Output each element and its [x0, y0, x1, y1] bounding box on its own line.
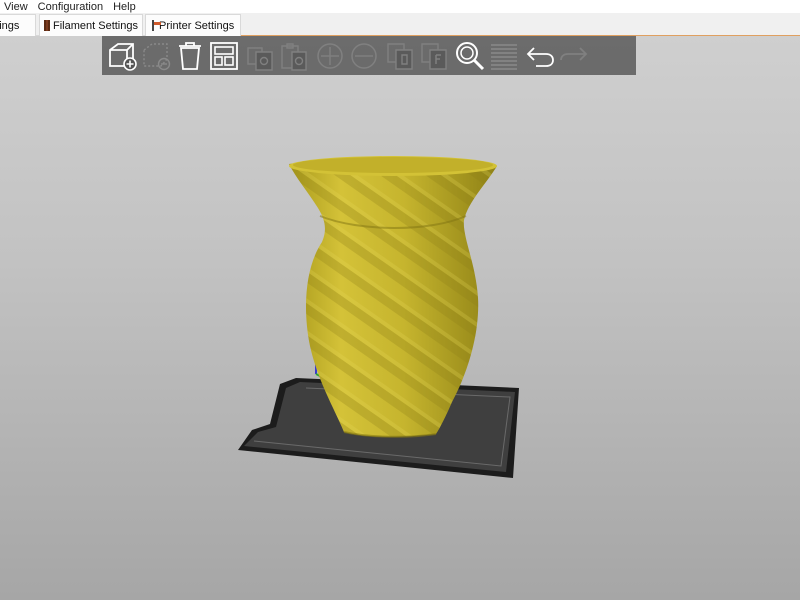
tab-filament-settings-label: Filament Settings [53, 19, 138, 32]
arrange-button[interactable] [207, 39, 240, 72]
scene-canvas[interactable] [0, 36, 800, 600]
split-objects-icon [386, 42, 413, 70]
menu-bar: View Configuration Help [0, 0, 800, 13]
paste-button[interactable] [277, 39, 310, 72]
arrange-icon [209, 41, 238, 70]
tab-printer-settings[interactable]: Printer Settings [145, 14, 241, 36]
trash-icon [178, 41, 201, 70]
printer-icon [152, 20, 161, 31]
copy-button[interactable] [243, 39, 276, 72]
split-objects-button[interactable] [383, 39, 416, 72]
menu-help[interactable]: Help [108, 1, 141, 13]
paste-icon [280, 42, 307, 71]
layers-icon [490, 43, 517, 70]
menu-view[interactable]: View [0, 1, 33, 13]
split-parts-icon [420, 42, 447, 70]
redo-icon [559, 46, 587, 61]
search-button[interactable] [453, 39, 486, 72]
search-icon [455, 41, 484, 70]
redo-button[interactable] [557, 39, 590, 72]
delete-button[interactable] [139, 39, 172, 72]
tab-print-settings[interactable]: ettings [0, 14, 36, 36]
minus-circle-icon [350, 42, 377, 69]
add-instance-button[interactable] [313, 39, 346, 72]
main-toolbar [102, 36, 636, 75]
remove-instance-button[interactable] [347, 39, 380, 72]
tab-printer-settings-label: Printer Settings [159, 19, 235, 32]
undo-button[interactable] [523, 39, 556, 72]
undo-icon [526, 46, 554, 67]
delete-icon [142, 42, 170, 70]
split-parts-button[interactable] [417, 39, 450, 72]
add-cube-icon [108, 42, 137, 71]
menu-configuration[interactable]: Configuration [33, 1, 108, 13]
tab-print-settings-label: ettings [0, 19, 20, 32]
tab-filament-settings[interactable]: Filament Settings [39, 14, 143, 36]
add-object-button[interactable] [105, 39, 138, 72]
plus-circle-icon [316, 42, 343, 69]
3d-viewport[interactable] [0, 36, 800, 600]
layers-editing-button[interactable] [487, 39, 520, 72]
tab-bar: ettings Filament Settings Printer Settin… [0, 13, 800, 36]
delete-all-button[interactable] [173, 39, 206, 72]
filament-spool-icon [44, 20, 50, 31]
copy-icon [246, 46, 273, 71]
